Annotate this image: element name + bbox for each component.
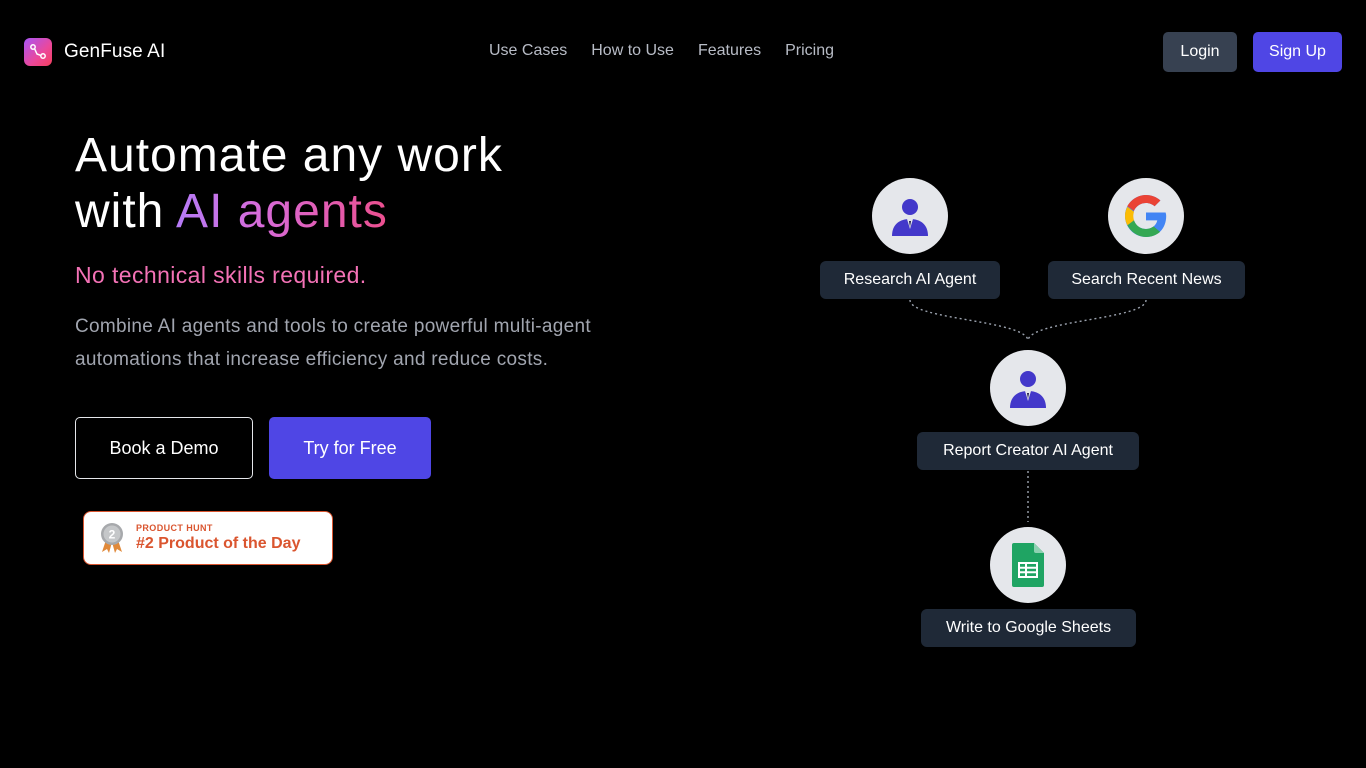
hero-description: Combine AI agents and tools to create po… <box>75 316 591 370</box>
try-free-button[interactable]: Try for Free <box>269 417 431 479</box>
google-icon <box>1125 195 1167 237</box>
search-news-node[interactable] <box>1108 178 1184 254</box>
report-creator-node[interactable] <box>990 350 1066 426</box>
hero-title-prefix: with <box>75 185 177 238</box>
research-agent-label: Research AI Agent <box>820 261 1000 299</box>
product-hunt-label: PRODUCT HUNT <box>136 523 213 533</box>
medal-number: 2 <box>109 528 116 542</box>
hero-title-line1: Automate any work <box>75 129 503 182</box>
nav-features[interactable]: Features <box>698 42 761 60</box>
hero-title: Automate any work with AI agents <box>75 128 503 240</box>
brand-logo[interactable]: GenFuse AI <box>24 38 165 66</box>
hero-subtitle: No technical skills required. <box>75 262 367 288</box>
report-creator-label: Report Creator AI Agent <box>917 432 1139 470</box>
google-sheets-icon <box>1012 543 1044 587</box>
product-hunt-badge[interactable]: 2 PRODUCT HUNT #2 Product of the Day <box>83 511 333 565</box>
medal-icon: 2 <box>101 523 123 553</box>
google-sheets-node[interactable] <box>990 527 1066 603</box>
workflow-icon <box>24 38 52 66</box>
nav-use-cases[interactable]: Use Cases <box>489 42 567 60</box>
search-news-label: Search Recent News <box>1048 261 1245 299</box>
main-nav: Use Cases How to Use Features Pricing <box>489 42 834 60</box>
research-agent-node[interactable] <box>872 178 948 254</box>
agent-icon <box>1010 371 1046 408</box>
hero-title-highlight: AI agents <box>176 185 388 238</box>
signup-button[interactable]: Sign Up <box>1253 32 1342 72</box>
brand-name: GenFuse AI <box>64 41 166 62</box>
google-sheets-label: Write to Google Sheets <box>921 609 1136 647</box>
nav-how-to-use[interactable]: How to Use <box>591 42 674 60</box>
nav-pricing[interactable]: Pricing <box>785 42 834 60</box>
agent-icon <box>892 199 928 236</box>
login-button[interactable]: Login <box>1163 32 1237 72</box>
product-hunt-rank: #2 Product of the Day <box>136 535 301 552</box>
book-demo-button[interactable]: Book a Demo <box>75 417 253 479</box>
flow-connectors <box>909 299 1147 522</box>
